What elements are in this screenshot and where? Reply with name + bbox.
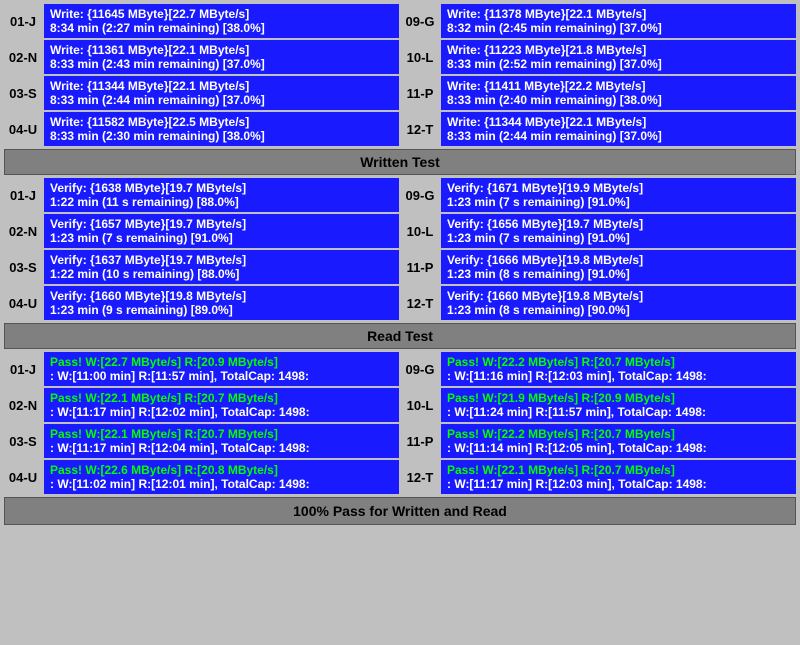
left-data-cell: Write: {11344 MByte}[22.1 MByte/s]8:33 m… <box>44 76 399 110</box>
device-label-right: 09-G <box>401 178 439 212</box>
device-label-left: 03-S <box>4 250 42 284</box>
device-label-left: 01-J <box>4 352 42 386</box>
right-data-cell: Verify: {1671 MByte}[19.9 MByte/s]1:23 m… <box>441 178 796 212</box>
right-data-cell: Verify: {1656 MByte}[19.7 MByte/s]1:23 m… <box>441 214 796 248</box>
left-data-cell: Verify: {1657 MByte}[19.7 MByte/s]1:23 m… <box>44 214 399 248</box>
left-data-cell: Write: {11361 MByte}[22.1 MByte/s]8:33 m… <box>44 40 399 74</box>
right-data-cell: Pass! W:[22.1 MByte/s] R:[20.7 MByte/s]:… <box>441 460 796 494</box>
device-label-right: 11-P <box>401 76 439 110</box>
device-label-left: 04-U <box>4 286 42 320</box>
data-row: 01-JWrite: {11645 MByte}[22.7 MByte/s]8:… <box>4 4 796 38</box>
device-label-left: 03-S <box>4 424 42 458</box>
device-label-left: 02-N <box>4 214 42 248</box>
device-label-left: 03-S <box>4 76 42 110</box>
data-row: 04-UWrite: {11582 MByte}[22.5 MByte/s]8:… <box>4 112 796 146</box>
right-data-cell: Write: {11378 MByte}[22.1 MByte/s]8:32 m… <box>441 4 796 38</box>
data-row: 04-UPass! W:[22.6 MByte/s] R:[20.8 MByte… <box>4 460 796 494</box>
device-label-left: 02-N <box>4 388 42 422</box>
main-container: 01-JWrite: {11645 MByte}[22.7 MByte/s]8:… <box>0 0 800 529</box>
right-data-cell: Verify: {1660 MByte}[19.8 MByte/s]1:23 m… <box>441 286 796 320</box>
data-row: 04-UVerify: {1660 MByte}[19.8 MByte/s]1:… <box>4 286 796 320</box>
verify-section: 01-JVerify: {1638 MByte}[19.7 MByte/s]1:… <box>4 178 796 349</box>
left-data-cell: Verify: {1638 MByte}[19.7 MByte/s]1:22 m… <box>44 178 399 212</box>
left-data-cell: Pass! W:[22.7 MByte/s] R:[20.9 MByte/s]:… <box>44 352 399 386</box>
left-data-cell: Pass! W:[22.1 MByte/s] R:[20.7 MByte/s]:… <box>44 424 399 458</box>
data-row: 01-JPass! W:[22.7 MByte/s] R:[20.9 MByte… <box>4 352 796 386</box>
right-data-cell: Write: {11411 MByte}[22.2 MByte/s]8:33 m… <box>441 76 796 110</box>
written-test-header: Written Test <box>4 149 796 175</box>
footer-bar: 100% Pass for Written and Read <box>4 497 796 525</box>
read-test-header: Read Test <box>4 323 796 349</box>
read-section: 01-JPass! W:[22.7 MByte/s] R:[20.9 MByte… <box>4 352 796 494</box>
device-label-right: 12-T <box>401 286 439 320</box>
device-label-right: 12-T <box>401 460 439 494</box>
left-data-cell: Write: {11582 MByte}[22.5 MByte/s]8:33 m… <box>44 112 399 146</box>
left-data-cell: Pass! W:[22.6 MByte/s] R:[20.8 MByte/s]:… <box>44 460 399 494</box>
data-row: 03-SVerify: {1637 MByte}[19.7 MByte/s]1:… <box>4 250 796 284</box>
left-data-cell: Write: {11645 MByte}[22.7 MByte/s]8:34 m… <box>44 4 399 38</box>
device-label-right: 09-G <box>401 352 439 386</box>
read-rows: 01-JPass! W:[22.7 MByte/s] R:[20.9 MByte… <box>4 352 796 494</box>
right-data-cell: Write: {11344 MByte}[22.1 MByte/s]8:33 m… <box>441 112 796 146</box>
device-label-left: 01-J <box>4 178 42 212</box>
verify-rows: 01-JVerify: {1638 MByte}[19.7 MByte/s]1:… <box>4 178 796 320</box>
device-label-right: 11-P <box>401 250 439 284</box>
right-data-cell: Write: {11223 MByte}[21.8 MByte/s]8:33 m… <box>441 40 796 74</box>
data-row: 03-SWrite: {11344 MByte}[22.1 MByte/s]8:… <box>4 76 796 110</box>
device-label-left: 04-U <box>4 460 42 494</box>
left-data-cell: Verify: {1637 MByte}[19.7 MByte/s]1:22 m… <box>44 250 399 284</box>
right-data-cell: Pass! W:[22.2 MByte/s] R:[20.7 MByte/s]:… <box>441 352 796 386</box>
data-row: 02-NWrite: {11361 MByte}[22.1 MByte/s]8:… <box>4 40 796 74</box>
device-label-right: 11-P <box>401 424 439 458</box>
device-label-left: 04-U <box>4 112 42 146</box>
write-rows: 01-JWrite: {11645 MByte}[22.7 MByte/s]8:… <box>4 4 796 146</box>
device-label-right: 10-L <box>401 214 439 248</box>
device-label-right: 10-L <box>401 388 439 422</box>
data-row: 02-NVerify: {1657 MByte}[19.7 MByte/s]1:… <box>4 214 796 248</box>
right-data-cell: Pass! W:[21.9 MByte/s] R:[20.9 MByte/s]:… <box>441 388 796 422</box>
device-label-right: 12-T <box>401 112 439 146</box>
data-row: 01-JVerify: {1638 MByte}[19.7 MByte/s]1:… <box>4 178 796 212</box>
left-data-cell: Pass! W:[22.1 MByte/s] R:[20.7 MByte/s]:… <box>44 388 399 422</box>
data-row: 03-SPass! W:[22.1 MByte/s] R:[20.7 MByte… <box>4 424 796 458</box>
device-label-left: 01-J <box>4 4 42 38</box>
device-label-right: 10-L <box>401 40 439 74</box>
data-row: 02-NPass! W:[22.1 MByte/s] R:[20.7 MByte… <box>4 388 796 422</box>
device-label-left: 02-N <box>4 40 42 74</box>
left-data-cell: Verify: {1660 MByte}[19.8 MByte/s]1:23 m… <box>44 286 399 320</box>
right-data-cell: Pass! W:[22.2 MByte/s] R:[20.7 MByte/s]:… <box>441 424 796 458</box>
right-data-cell: Verify: {1666 MByte}[19.8 MByte/s]1:23 m… <box>441 250 796 284</box>
device-label-right: 09-G <box>401 4 439 38</box>
write-section: 01-JWrite: {11645 MByte}[22.7 MByte/s]8:… <box>4 4 796 175</box>
